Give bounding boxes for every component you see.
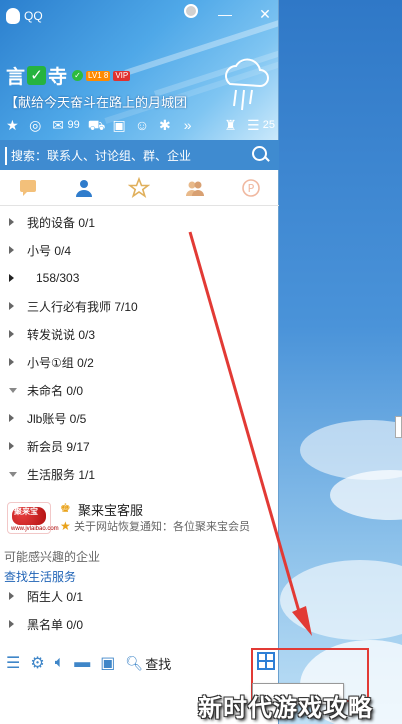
qq-penguin-icon [6,8,20,24]
watermark-text: 新时代游戏攻略 [198,695,373,722]
skin-icon[interactable]: ☰ [246,117,261,133]
logo-text: 聚来宝 [14,507,38,516]
contact-group-list: 我的设备 0/1 小号 0/4 158/303 三人行必有我师 7/10 转发说… [0,206,279,646]
collapse-arrow-icon [9,414,14,422]
nickname-part-1: 言 [6,67,26,88]
maybe-interested-label: 可能感兴趣的企业 [4,550,101,564]
expand-arrow-icon [9,387,17,393]
chat-bubble-icon [19,179,36,196]
minimize-button[interactable]: — [216,6,234,22]
contact-name: 聚来宝客服 [78,503,144,518]
star-tab-icon [128,176,151,198]
settings-gear-icon[interactable]: ⚙ [30,653,44,673]
mail-count: 99 [67,119,80,131]
group-item[interactable]: 生活服务 1/1 [0,460,279,488]
nickname[interactable]: 言 ✓ 寺 [6,62,67,89]
collapse-arrow-icon [9,218,14,226]
star-icon[interactable]: ★ [5,117,20,133]
collapse-arrow-icon [9,442,14,450]
profile-header: QQ — ✕ 言 ✓ 寺 ✓ LV1 8 VIP 【献给今天奋斗在路上的月城团 … [0,0,278,140]
group-item[interactable]: 我的设备 0/1 [0,208,279,236]
sport-icon[interactable]: ✱ [157,117,172,133]
nickname-part-2: 寺 [48,67,68,88]
online-status-icon[interactable]: ✓ [72,70,83,81]
wallet-icon[interactable]: ▣ [112,117,127,133]
close-button[interactable]: ✕ [256,6,274,22]
main-tabs: P [0,170,279,206]
search-area: 搜索：联系人、讨论组、群、企业 [0,140,279,170]
group-item[interactable]: 黑名单 0/0 [0,610,279,638]
collapse-arrow-icon [9,330,14,338]
collapse-arrow-icon [9,592,14,600]
qzone-icon[interactable]: ◎ [28,117,43,133]
find-button[interactable]: 查找 [145,654,171,673]
skin-count: 25 [262,119,275,131]
vip-badge[interactable]: VIP [113,70,131,81]
tab-messages[interactable] [0,170,56,205]
pinterest-icon: P [242,178,260,197]
desktop-window-edge[interactable] [395,416,402,438]
group-item[interactable]: 三人行必有我师 7/10 [0,292,279,320]
plugin-toolbar: ★ ◎ ✉ 99 ⛟ ▣ ☺ ✱ » ♜ ☰ 25 [5,115,275,135]
contact-last-message: 关于网站恢复通知：各位聚来宝会员 [74,521,250,533]
find-icon[interactable]: 🔍︎ [125,655,143,672]
enterprise-star-icon: ★ [60,519,71,533]
expand-arrow-icon [9,471,17,477]
group-item[interactable]: 陌生人 0/1 [0,582,279,610]
app-box-icon[interactable]: ▣ [100,653,115,673]
contact-item[interactable]: www.jvlaibao.com 聚来宝 ♚ 聚来宝客服 ★ 关于网站恢复通知：… [0,496,279,540]
title-bar[interactable]: QQ — ✕ [0,0,278,30]
group-icon [186,181,205,196]
enterprise-crown-icon: ♚ [60,501,71,515]
group-item[interactable]: 新会员 9/17 [0,432,279,460]
level-badge[interactable]: LV1 8 [86,70,111,81]
tab-favorites[interactable] [112,170,168,205]
group-item[interactable]: 转发说说 0/3 [0,320,279,348]
collapse-arrow-icon [9,302,14,310]
search-icon[interactable] [252,146,267,161]
svg-text:P: P [248,182,255,195]
person-icon [75,179,92,197]
group-item[interactable]: 小号①组 0/2 [0,348,279,376]
shirt-icon[interactable]: ♜ [223,117,238,133]
collapse-arrow-icon [9,246,14,254]
cart-icon[interactable]: ⛟ [88,117,106,133]
pet-icon[interactable]: ☺ [135,117,150,133]
group-item[interactable]: 158/303 [0,264,279,292]
collapse-arrow-icon [9,274,14,282]
badges[interactable]: ✓ LV1 8 VIP [72,70,131,81]
bottom-toolbar: ☰ ⚙ 🔈︎ ▬ ▣ 🔍︎ 查找 [0,650,279,676]
tab-zone[interactable]: P [223,170,279,205]
volume-icon[interactable]: 🔈︎ [55,654,65,672]
app-title: QQ [24,9,43,23]
pin-icon[interactable] [184,4,198,18]
search-input[interactable]: 搜索：联系人、讨论组、群、企业 [5,147,255,165]
collapse-arrow-icon [9,620,14,628]
main-menu-icon[interactable]: ☰ [6,653,20,673]
signature[interactable]: 【献给今天奋斗在路上的月城团 [5,92,187,111]
weather-rain-icon[interactable] [218,54,270,114]
group-item[interactable]: 未命名 0/0 [0,376,279,404]
check-emoji-icon: ✓ [27,66,47,85]
group-item[interactable]: 小号 0/4 [0,236,279,264]
group-item[interactable]: Jlb账号 0/5 [0,404,279,432]
collapse-arrow-icon [9,358,14,366]
tab-contacts[interactable] [56,170,112,205]
tab-groups[interactable] [167,170,223,205]
qq-main-panel: QQ — ✕ 言 ✓ 寺 ✓ LV1 8 VIP 【献给今天奋斗在路上的月城团 … [0,0,279,724]
more-icon[interactable]: » [180,117,195,133]
mail-icon[interactable]: ✉ [51,117,66,133]
folder-icon[interactable]: ▬ [74,654,90,672]
